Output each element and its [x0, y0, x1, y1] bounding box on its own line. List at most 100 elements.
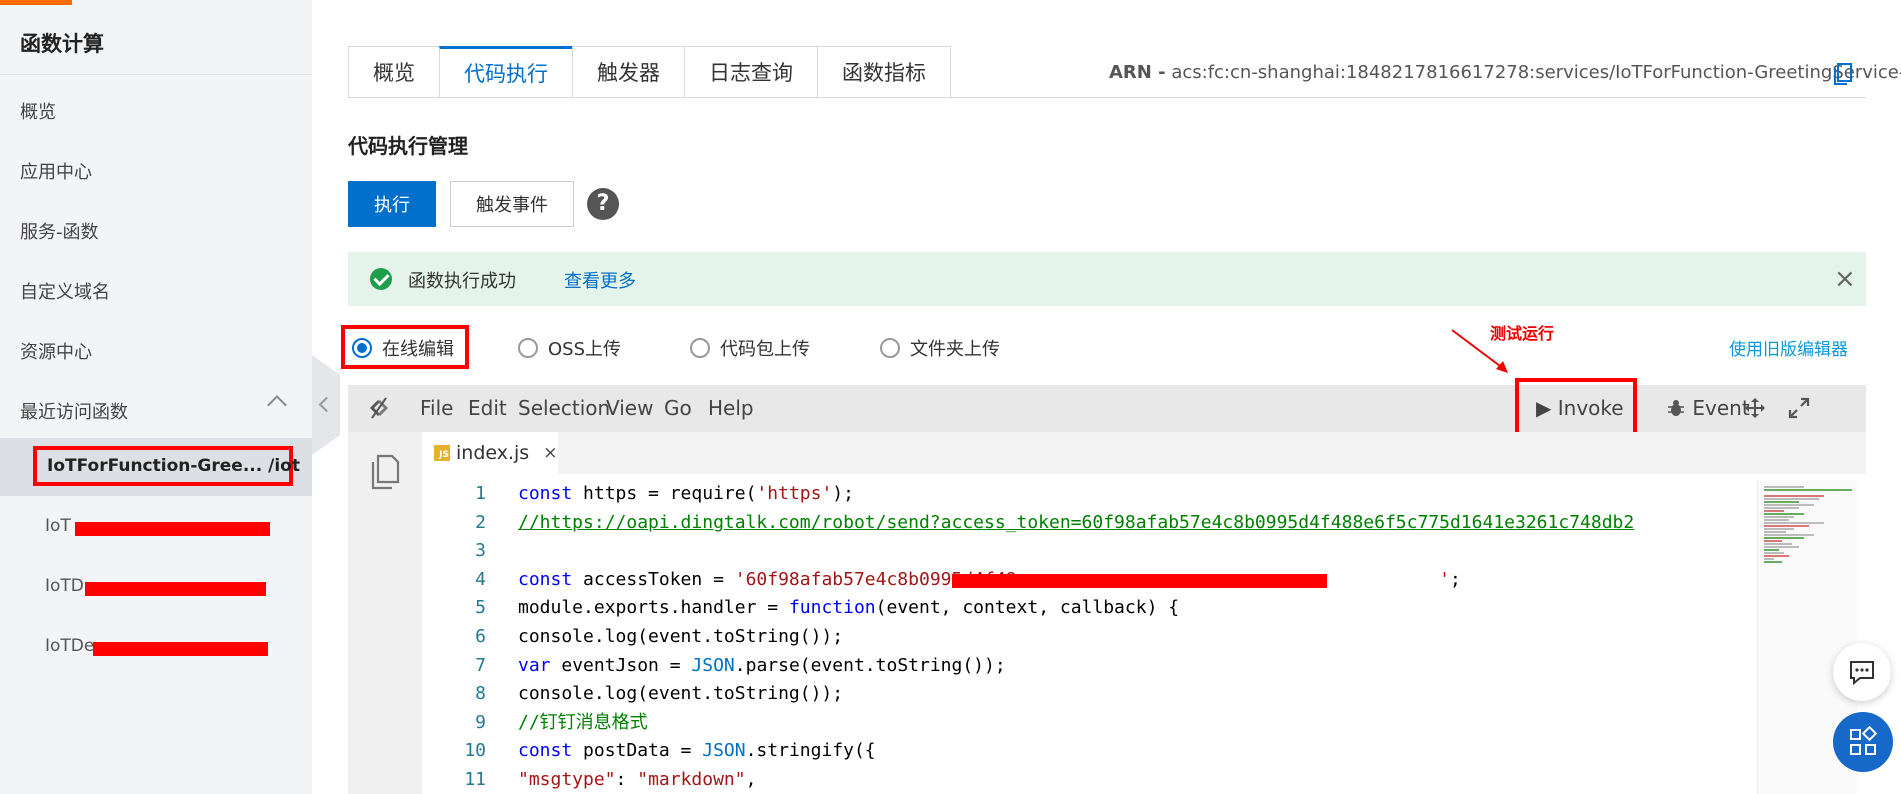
code-line[interactable]: 3 — [422, 537, 1757, 566]
minimap-line — [1764, 495, 1824, 497]
redaction-mark — [75, 522, 270, 536]
code-token: 'https' — [756, 483, 833, 504]
code-token: : — [615, 768, 638, 790]
radio-icon[interactable] — [690, 338, 710, 358]
code-editor[interactable]: JS index.js × 1 const https = require('ht… — [348, 432, 1866, 794]
alert-message: 函数执行成功 — [408, 271, 516, 292]
apps-button[interactable] — [1833, 712, 1893, 772]
radio-folder-upload[interactable]: 文件夹上传 — [880, 328, 1000, 368]
code-token: accessToken = — [572, 568, 735, 590]
arn-label: ARN - — [1109, 62, 1166, 83]
menu-file[interactable]: File — [420, 396, 453, 420]
tab-metrics[interactable]: 函数指标 — [817, 46, 951, 98]
code-area[interactable]: 1 const https = require('https'); 2 //https… — [422, 480, 1757, 794]
line-number: 6 — [475, 625, 486, 647]
line-number: 7 — [475, 654, 486, 676]
js-file-icon: JS — [434, 445, 450, 461]
radio-zip-upload[interactable]: 代码包上传 — [690, 328, 810, 368]
code-token: JSON — [702, 740, 746, 762]
menu-selection[interactable]: Selection — [518, 396, 610, 420]
arn-value: acs:fc:cn-shanghai:1848217816617278:serv… — [1171, 62, 1901, 83]
chat-button[interactable] — [1833, 643, 1891, 701]
sidebar-item-resource-center[interactable]: 资源中心 — [20, 338, 92, 364]
radio-checked-icon[interactable] — [352, 338, 372, 358]
code-line[interactable]: 1 const https = require('https'); — [422, 480, 1757, 509]
help-icon[interactable]: ? — [587, 188, 619, 220]
minimap-line — [1764, 507, 1799, 509]
recent-function-item[interactable]: IoTDe — [45, 636, 94, 656]
close-icon[interactable]: × — [543, 443, 557, 463]
menu-go[interactable]: Go — [664, 396, 692, 420]
code-line[interactable]: 5 module.exports.handler = function(event… — [422, 594, 1757, 623]
recent-function-item[interactable]: IoT — [45, 516, 71, 536]
code-line[interactable]: 7 var eventJson = JSON.parse(event.toStri… — [422, 652, 1757, 681]
sidebar-divider — [0, 74, 312, 75]
function-tabs: 概览 代码执行 触发器 日志查询 函数指标 — [348, 46, 951, 98]
move-icon[interactable] — [1744, 397, 1766, 419]
radio-icon[interactable] — [518, 338, 538, 358]
code-line[interactable]: 11 "msgtype": "markdown", — [422, 766, 1757, 794]
radio-icon[interactable] — [880, 338, 900, 358]
code-token: //钉钉消息格式 — [518, 711, 648, 733]
tab-overview[interactable]: 概览 — [348, 46, 439, 98]
menu-view[interactable]: View — [606, 396, 653, 420]
fullscreen-icon[interactable] — [1788, 397, 1810, 419]
code-token: , — [745, 768, 757, 790]
annotation-arrow-icon — [1451, 329, 1508, 373]
radio-label: 文件夹上传 — [910, 339, 1000, 360]
radio-online-edit[interactable]: 在线编辑 — [352, 328, 454, 368]
menu-edit[interactable]: Edit — [468, 396, 507, 420]
chevron-up-icon[interactable] — [267, 395, 287, 415]
execute-button[interactable]: 执行 — [348, 181, 436, 227]
sidebar-item-recent-functions[interactable]: 最近访问函数 — [20, 398, 128, 424]
file-tab-label: index.js — [456, 442, 530, 464]
minimap-line — [1764, 552, 1784, 554]
line-number: 3 — [475, 540, 486, 562]
minimap-line — [1764, 516, 1794, 518]
files-icon[interactable] — [370, 454, 400, 490]
trigger-event-button[interactable]: 触发事件 — [450, 181, 574, 227]
code-token: JSON — [691, 654, 735, 676]
tab-code-execution[interactable]: 代码执行 — [439, 46, 572, 98]
check-circle-icon — [370, 268, 392, 290]
event-button[interactable]: Event — [1666, 396, 1750, 420]
sidebar-item-overview[interactable]: 概览 — [20, 98, 56, 124]
menu-help[interactable]: Help — [708, 396, 754, 420]
code-token: (event, context, callback) { — [875, 597, 1180, 619]
code-line[interactable]: 4 const accessToken = '60f98afab57e4c8b09… — [422, 566, 1757, 595]
radio-oss-upload[interactable]: OSS上传 — [518, 328, 621, 368]
alert-view-more-link[interactable]: 查看更多 — [564, 267, 636, 293]
brand-accent-bar — [0, 0, 72, 5]
code-token: https = require( — [572, 483, 757, 504]
line-number: 1 — [475, 483, 486, 504]
sidebar-item-service-function[interactable]: 服务-函数 — [20, 218, 99, 244]
tabs-underline — [348, 97, 1866, 98]
tab-logs[interactable]: 日志查询 — [684, 46, 817, 98]
copy-icon[interactable] — [1833, 62, 1853, 86]
invoke-button[interactable]: ▶ Invoke — [1536, 396, 1624, 420]
code-line[interactable]: 9 //钉钉消息格式 — [422, 709, 1757, 738]
line-number: 2 — [475, 511, 486, 533]
recent-function-item[interactable]: IoTD — [45, 576, 84, 596]
code-line[interactable]: 6 console.log(event.toString()); — [422, 623, 1757, 652]
minimap-line — [1764, 534, 1814, 536]
file-tab-index-js[interactable]: JS index.js × — [422, 432, 558, 474]
radio-label: 在线编辑 — [382, 339, 454, 360]
code-token: postData = — [572, 740, 703, 762]
event-label: Event — [1692, 396, 1750, 420]
code-line[interactable]: 10 const postData = JSON.stringify({ — [422, 737, 1757, 766]
code-token: "markdown" — [637, 768, 746, 790]
code-token: console.log(event.toString()); — [518, 625, 844, 647]
close-icon[interactable]: × — [1834, 264, 1856, 294]
sidebar-item-custom-domain[interactable]: 自定义域名 — [20, 278, 110, 304]
minimap-line — [1764, 540, 1782, 542]
minimap-line — [1764, 558, 1774, 560]
minimap-line — [1764, 510, 1784, 512]
recent-function-active[interactable]: IoTForFunction-Gree... /iot — [33, 446, 300, 486]
code-line[interactable]: 2 //https://oapi.dingtalk.com/robot/send?… — [422, 509, 1757, 538]
sidebar-item-app-center[interactable]: 应用中心 — [20, 158, 92, 184]
old-editor-link[interactable]: 使用旧版编辑器 — [1729, 335, 1848, 360]
tab-triggers[interactable]: 触发器 — [572, 46, 684, 98]
minimap-line — [1764, 549, 1779, 551]
code-line[interactable]: 8 console.log(event.toString()); — [422, 680, 1757, 709]
